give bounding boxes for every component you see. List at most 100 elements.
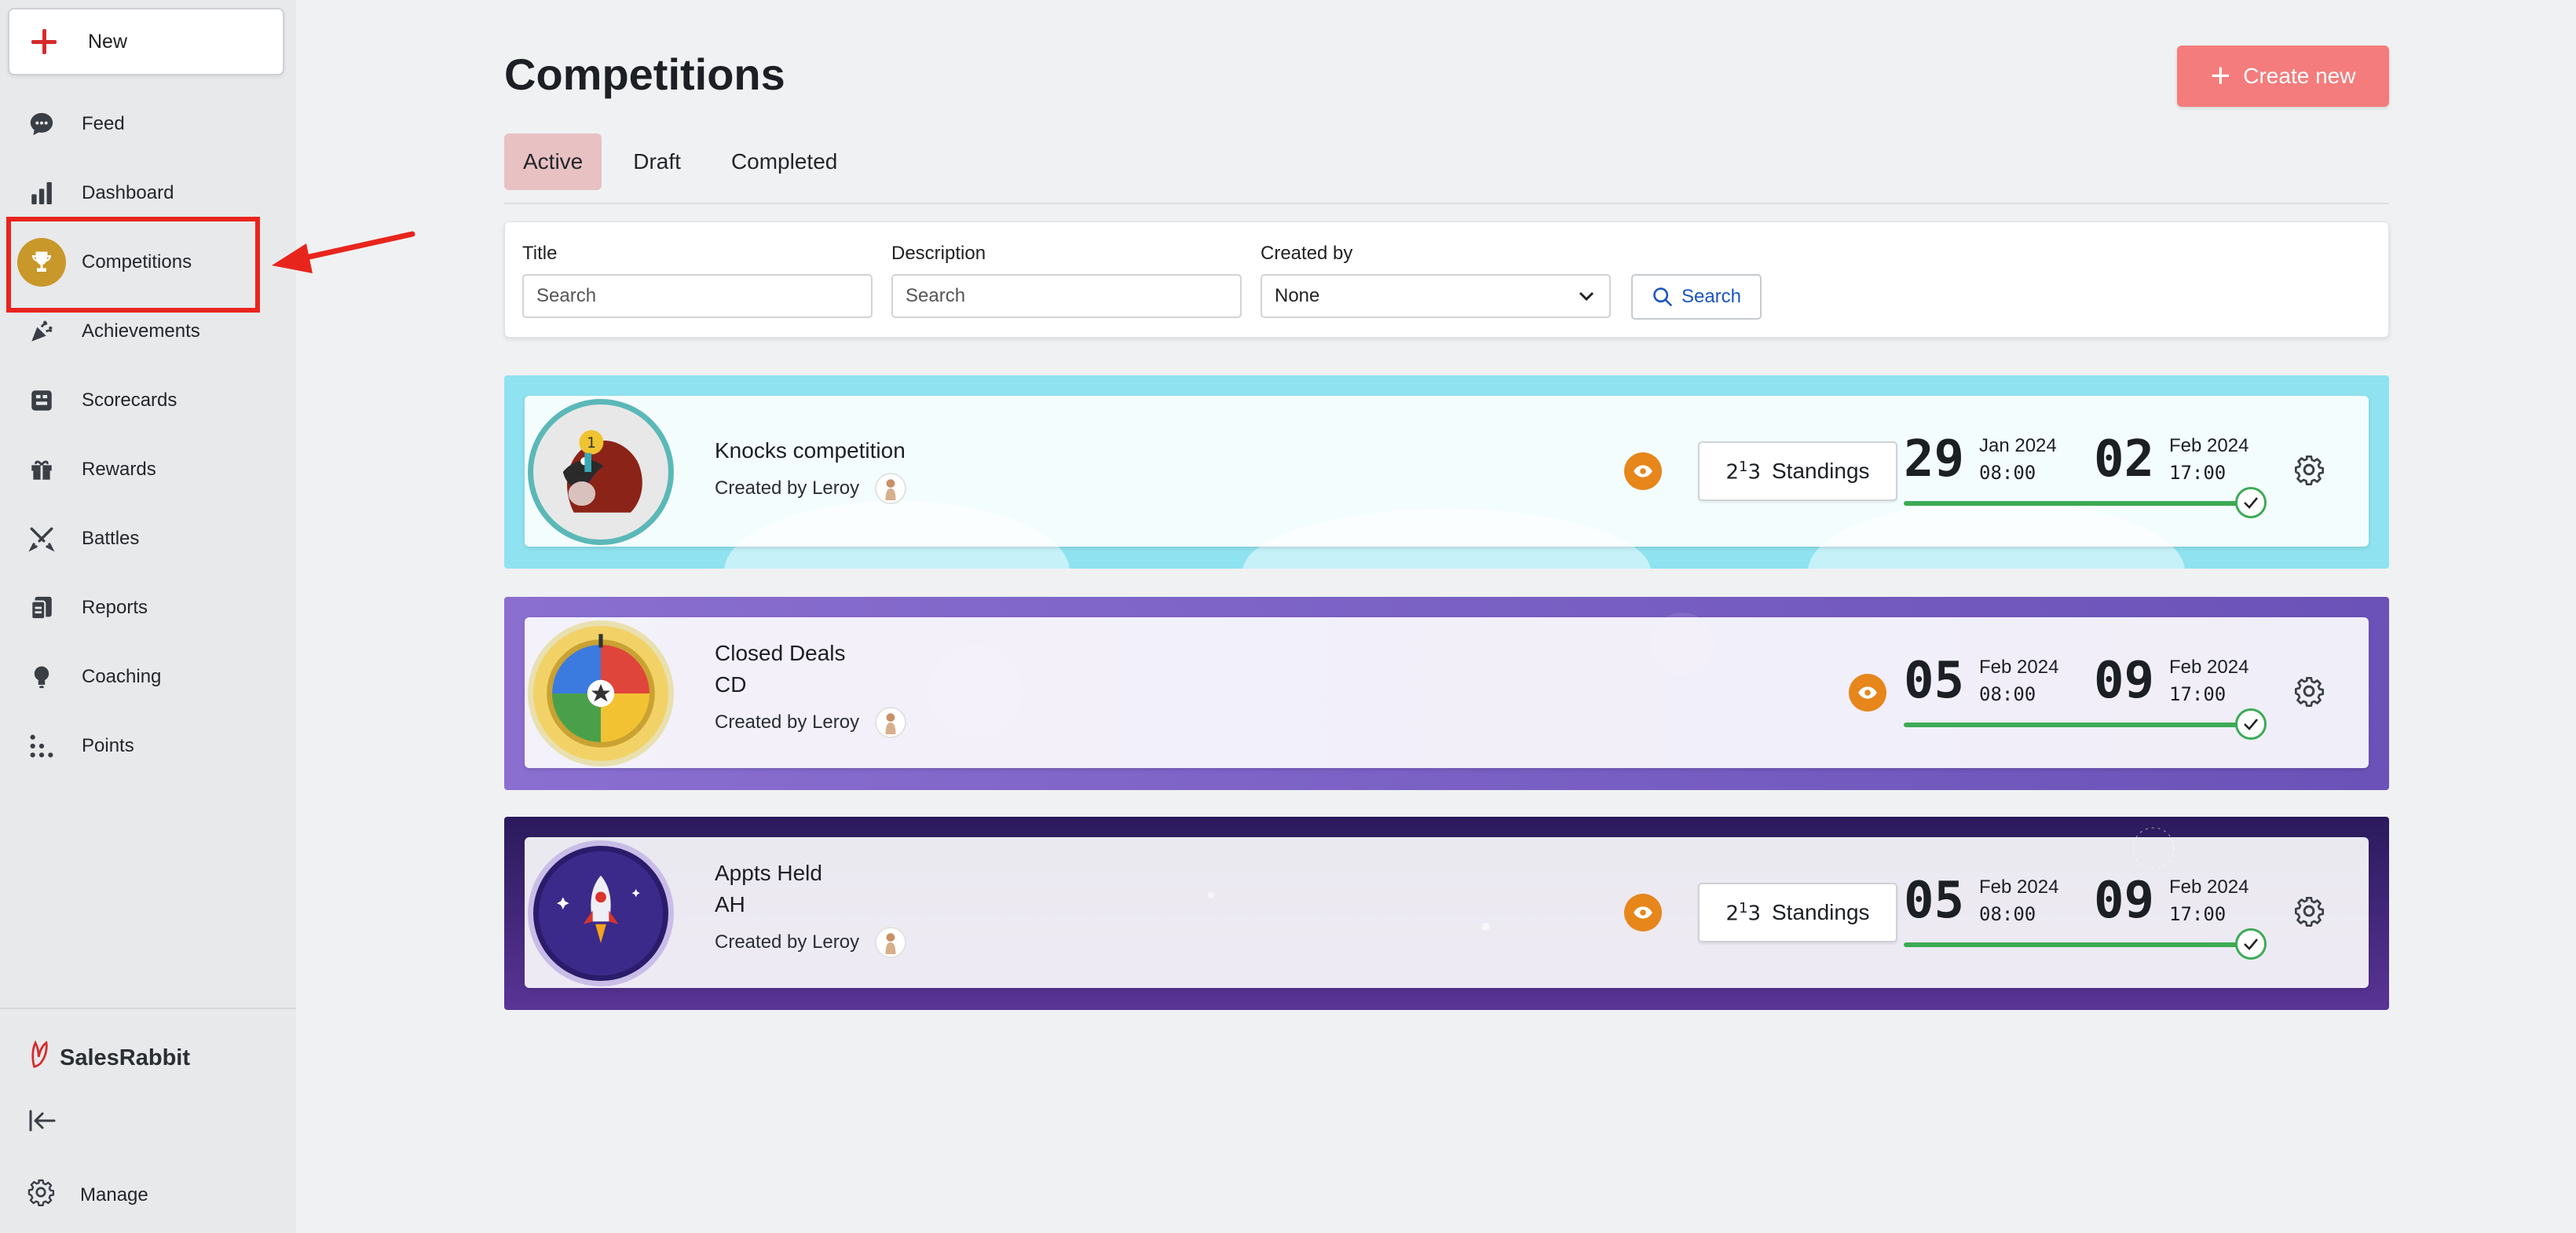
gear-icon [27,1178,55,1212]
sidebar-item-label: Coaching [82,666,162,687]
description-filter-label: Description [891,243,986,264]
avatar [875,927,907,958]
create-new-label: Create new [2243,64,2356,88]
competition-card[interactable]: Appts Held AH Created by Leroy 213 Stand… [504,817,2389,1010]
rocket-badge-icon [528,840,674,986]
sidebar-item-points[interactable]: Points [0,712,296,781]
horse-badge-icon: 1 [528,399,674,545]
created-by-filter: Created by None [1261,243,1611,318]
sidebar-item-label: Dashboard [82,182,174,203]
complete-check-icon [2235,708,2267,740]
rabbit-logo-icon [30,1040,52,1075]
end-day: 09 [2094,872,2155,930]
sidebar-item-label: Reports [82,597,148,618]
visibility-eye-icon[interactable] [1849,674,1886,712]
visibility-eye-icon[interactable] [1624,452,1662,490]
create-new-button[interactable]: + Create new [2177,46,2389,107]
progress-bar [1904,942,2249,947]
created-by-select[interactable]: None [1261,274,1611,318]
settings-gear-icon[interactable] [2293,895,2325,927]
sidebar-item-feed[interactable]: Feed [0,90,296,159]
sidebar-item-label: Scorecards [82,390,177,411]
new-button[interactable]: New [8,8,284,75]
end-month: Feb 2024 [2169,435,2249,456]
sidebar-item-reports[interactable]: Reports [0,573,296,642]
start-day: 05 [1904,872,1965,930]
spinner-wheel-badge-icon [528,620,674,767]
sidebar-item-label: Points [82,735,134,756]
sidebar: New Feed Dashboard Competitions Achievem… [0,0,296,1233]
svg-text:1: 1 [587,434,596,452]
start-time: 08:00 [1979,683,2036,705]
settings-gear-icon[interactable] [2293,454,2325,485]
gift-icon [27,455,57,485]
lightbulb-icon [27,662,57,692]
end-day: 09 [2094,652,2155,710]
start-day: 29 [1904,430,1965,488]
annotation-arrow-icon [272,231,415,273]
title-search-input[interactable]: Search [522,274,873,318]
standings-button[interactable]: 213 Standings [1698,441,1897,501]
created-by-text: Created by Leroy [715,931,860,953]
title-filter-label: Title [522,243,558,264]
ranking-icon: 213 [1725,458,1761,485]
dots-grid-icon [27,731,57,761]
start-month: Jan 2024 [1979,435,2057,456]
end-month: Feb 2024 [2169,657,2249,678]
competition-code: CD [715,672,747,697]
card-panel: 1 Knocks competition Created by Leroy 21… [525,396,2369,547]
competition-title: Closed Deals [715,641,846,665]
competition-card[interactable]: 1 Knocks competition Created by Leroy 21… [504,375,2389,569]
created-by: Created by Leroy [715,473,907,504]
competition-code: AH [715,892,745,917]
tab-completed[interactable]: Completed [712,134,856,190]
new-button-label: New [88,30,128,53]
visibility-eye-icon[interactable] [1624,894,1662,931]
tab-draft[interactable]: Draft [614,134,700,190]
standings-label: Standings [1772,900,1870,924]
party-popper-icon [27,316,57,346]
manage-button[interactable]: Manage [27,1178,148,1212]
description-filter: Description Search [891,243,1242,318]
card-panel: Closed Deals CD Created by Leroy 05 Feb … [525,617,2369,768]
search-button[interactable]: Search [1631,274,1762,320]
avatar [875,473,907,504]
end-month: Feb 2024 [2169,876,2249,898]
card-panel: Appts Held AH Created by Leroy 213 Stand… [525,837,2369,988]
chat-icon [27,109,57,139]
complete-check-icon [2235,487,2267,518]
filter-panel: Title Search Description Search Created … [504,221,2389,338]
sidebar-item-scorecards[interactable]: Scorecards [0,366,296,435]
sidebar-nav: Feed Dashboard Competitions Achievements… [0,90,296,781]
created-by: Created by Leroy [715,927,907,958]
description-search-input[interactable]: Search [891,274,1242,318]
settings-gear-icon[interactable] [2293,675,2325,707]
reports-icon [27,593,57,623]
sidebar-item-rewards[interactable]: Rewards [0,435,296,504]
created-by-filter-label: Created by [1261,243,1353,264]
start-day: 05 [1904,652,1965,710]
start-month: Feb 2024 [1979,876,2059,898]
collapse-icon [29,1110,56,1132]
start-month: Feb 2024 [1979,657,2059,678]
ranking-icon: 213 [1725,899,1761,926]
sidebar-divider [0,1008,296,1009]
tab-active[interactable]: Active [504,134,602,190]
search-button-label: Search [1681,286,1742,307]
competition-title: Appts Held [715,861,822,885]
search-icon [1653,287,1672,306]
collapse-sidebar-button[interactable] [28,1109,57,1136]
competition-card[interactable]: Closed Deals CD Created by Leroy 05 Feb … [504,597,2389,790]
plus-icon [31,29,57,54]
sidebar-item-coaching[interactable]: Coaching [0,642,296,712]
sidebar-item-label: Rewards [82,459,156,480]
page-title: Competitions [504,49,785,99]
end-time: 17:00 [2169,462,2227,484]
sidebar-item-battles[interactable]: Battles [0,504,296,573]
created-by-value: None [1275,285,1320,306]
tabs-divider [504,203,2389,204]
competition-title: Knocks competition [715,438,906,463]
highlight-box-annotation [6,217,260,313]
standings-button[interactable]: 213 Standings [1698,883,1897,942]
brand-name: SalesRabbit [60,1045,190,1070]
